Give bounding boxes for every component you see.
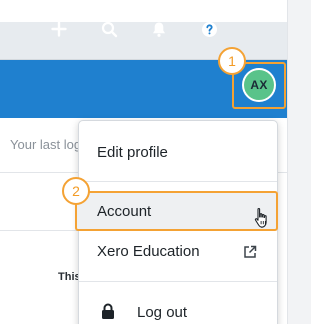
menu-item-log-out[interactable]: Log out (79, 293, 277, 324)
menu-item-account[interactable]: Account (79, 192, 276, 230)
hand-cursor-icon (253, 207, 271, 234)
avatar[interactable]: AX (242, 68, 276, 102)
external-link-icon (243, 245, 257, 264)
search-icon[interactable] (96, 16, 122, 42)
menu-item-edit-profile[interactable]: Edit profile (79, 133, 277, 171)
content-divider (0, 230, 80, 231)
right-gutter (287, 0, 311, 324)
menu-divider (79, 181, 277, 182)
bell-icon[interactable] (146, 16, 172, 42)
help-icon[interactable] (196, 16, 222, 42)
menu-divider (79, 281, 277, 282)
step-2-badge: 2 (62, 177, 90, 205)
last-login-text: Your last log (10, 137, 82, 152)
step-1-badge: 1 (218, 47, 246, 75)
plus-icon[interactable] (46, 16, 72, 42)
